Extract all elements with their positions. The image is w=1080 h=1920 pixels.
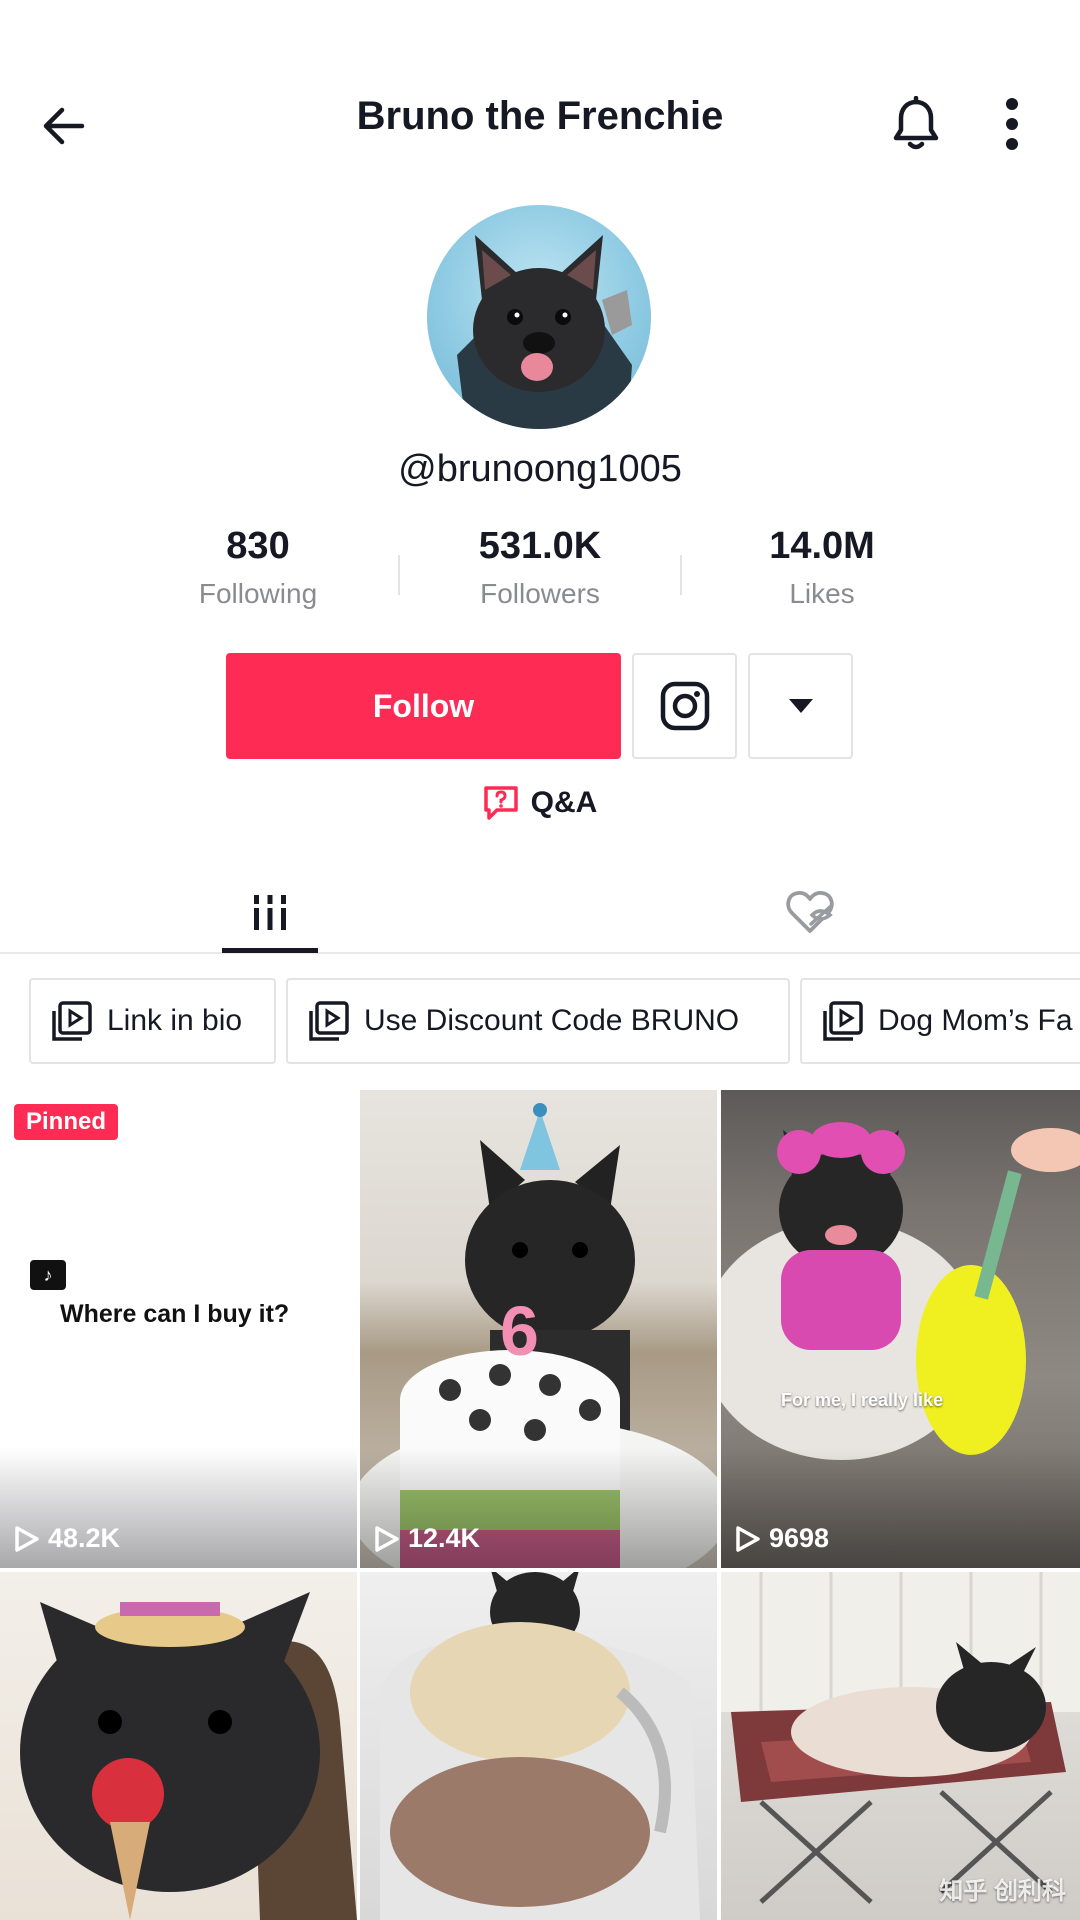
stat-value: 531.0K — [478, 525, 602, 567]
playlist-icon — [309, 1001, 349, 1041]
stat-label: Followers — [480, 578, 600, 609]
avatar[interactable] — [427, 205, 651, 429]
stats-row: 830 Following 531.0K Followers 14.0M Lik… — [0, 525, 1080, 625]
bell-icon — [893, 96, 939, 150]
playlist-label: Link in bio — [107, 1004, 243, 1037]
view-count: 48.2K — [14, 1523, 120, 1554]
qa-label: Q&A — [530, 786, 598, 819]
play-icon — [15, 1525, 39, 1552]
username: @brunoong1005 — [398, 448, 682, 490]
playlist-row: Link in bio Use Discount Code BRUNO Dog … — [0, 978, 1080, 1064]
play-icon — [375, 1525, 399, 1552]
follow-button[interactable]: Follow — [226, 653, 621, 759]
playlist-label: Dog Mom’s Fa — [878, 1004, 1073, 1037]
video-tile[interactable]: Pinned ♪ Where can I buy it? 48.2K — [0, 1090, 357, 1568]
view-count: 12.4K — [374, 1523, 480, 1554]
playlist-chip[interactable]: Dog Mom’s Fa — [800, 978, 1080, 1064]
grid-icon — [254, 895, 286, 930]
video-tile[interactable] — [0, 1572, 357, 1920]
view-count: 9698 — [735, 1523, 829, 1554]
video-tile[interactable]: For me, I really like 9698 — [721, 1090, 1080, 1568]
active-tab-indicator — [222, 948, 318, 953]
instagram-icon — [660, 681, 709, 731]
view-count-text: 48.2K — [48, 1523, 121, 1553]
top-bar: Bruno the Frenchie — [0, 80, 1080, 160]
video-grid: Pinned ♪ Where can I buy it? 48.2K 6 12.… — [0, 1090, 1080, 1920]
more-profile-button[interactable] — [748, 653, 853, 759]
instagram-button[interactable] — [632, 653, 737, 759]
stat-value: 830 — [226, 525, 290, 567]
playlist-icon — [52, 1001, 92, 1041]
video-overlay-text: For me, I really like — [781, 1390, 944, 1410]
playlist-label: Use Discount Code BRUNO — [364, 1004, 740, 1037]
video-thumbnail — [380, 1572, 700, 1920]
video-caption: Where can I buy it? — [60, 1300, 290, 1328]
stat-label: Following — [198, 578, 318, 609]
tab-liked[interactable] — [540, 870, 1080, 954]
frenchie-avatar — [457, 235, 632, 429]
playlist-icon — [823, 1001, 863, 1041]
notifications-button[interactable] — [884, 92, 948, 156]
view-count-text: 12.4K — [408, 1523, 481, 1553]
stat-label: Likes — [789, 578, 855, 609]
stat-following[interactable]: 830 Following — [138, 525, 378, 610]
more-options-button[interactable] — [984, 92, 1040, 156]
profile-tabs — [0, 870, 1080, 954]
watermark: 知乎 创利科 — [939, 1878, 1066, 1905]
stat-likes[interactable]: 14.0M Likes — [702, 525, 942, 610]
profile-page: Bruno the Frenchie @brunoong1005 830 Fol… — [0, 0, 1080, 1920]
pinned-badge: Pinned — [14, 1104, 119, 1140]
divider — [398, 555, 400, 595]
svg-text:6: 6 — [500, 1292, 539, 1370]
playlist-chip[interactable]: Link in bio — [29, 978, 276, 1064]
view-count-text: 9698 — [769, 1523, 830, 1553]
play-icon — [736, 1525, 760, 1552]
video-tile[interactable]: 知乎 创利科 — [721, 1572, 1080, 1920]
stat-value: 14.0M — [769, 525, 875, 567]
video-thumbnail — [721, 1572, 1080, 1904]
question-bubble-icon — [483, 786, 518, 820]
video-tile[interactable]: 6 12.4K — [360, 1090, 717, 1568]
divider — [680, 555, 682, 595]
video-tile[interactable] — [360, 1572, 717, 1920]
qa-link[interactable]: Q&A — [0, 785, 1080, 821]
tab-videos[interactable] — [0, 870, 540, 954]
stat-followers[interactable]: 531.0K Followers — [420, 525, 660, 610]
video-thumbnail — [20, 1592, 357, 1920]
tiktok-logo-icon: ♪ — [30, 1260, 66, 1290]
more-vertical-icon — [1006, 98, 1018, 150]
caret-down-icon — [788, 699, 813, 713]
playlist-chip[interactable]: Use Discount Code BRUNO — [286, 978, 790, 1064]
heart-hidden-icon — [786, 890, 834, 933]
